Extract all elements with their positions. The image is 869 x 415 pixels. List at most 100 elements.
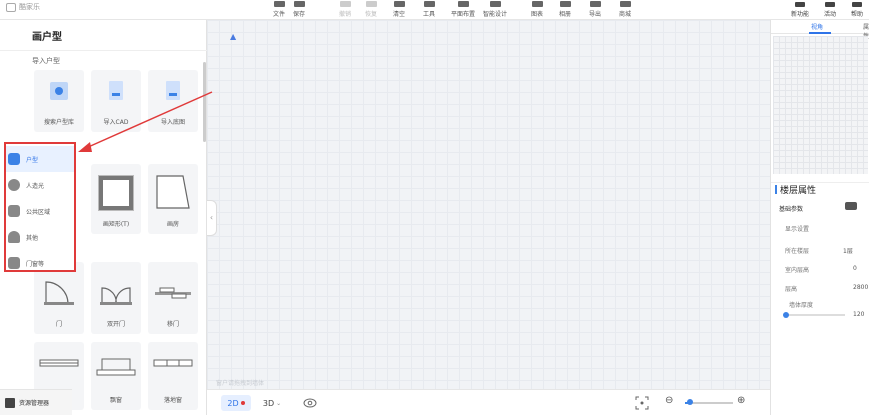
card-label: 双开门 xyxy=(106,321,125,328)
asset-manager-button[interactable]: 资源管理器 xyxy=(0,389,72,415)
toolbar-label: 平面布置 xyxy=(450,11,475,18)
zoom-in-button[interactable]: ⊕ xyxy=(737,395,751,409)
toolbar-item[interactable]: 导出 xyxy=(580,0,610,20)
3d-preview[interactable] xyxy=(773,36,868,174)
toolbar-label: 导出 xyxy=(588,11,601,18)
topright-icon xyxy=(795,2,805,7)
toolbar-icon xyxy=(457,1,469,7)
panel-scrollbar[interactable] xyxy=(203,62,206,142)
wall-thickness-input[interactable]: 120 xyxy=(853,311,864,318)
zoom-slider[interactable] xyxy=(685,399,733,405)
toolbar-item[interactable]: 智能设计 xyxy=(480,0,510,20)
import-cad-card[interactable]: 导入CAD xyxy=(91,70,141,132)
category-doors-windows[interactable]: 门窗等 xyxy=(6,250,74,276)
category-label: 公共区域 xyxy=(26,208,51,216)
toolbar-item[interactable]: 工具 xyxy=(414,0,444,20)
collapse-panel-handle[interactable]: ‹ xyxy=(207,200,217,236)
toolbar-icon xyxy=(339,1,351,7)
category-other[interactable]: 其他 xyxy=(6,224,74,250)
display-settings-icon[interactable] xyxy=(845,202,857,210)
topright-icon xyxy=(852,2,862,7)
view-3d-button[interactable]: 3D ⌄ xyxy=(259,395,285,411)
toolbar-item[interactable]: 平面布置 xyxy=(448,0,478,20)
toolbar-label: 智能设计 xyxy=(482,11,507,18)
app-logo[interactable]: 酷家乐 xyxy=(6,2,40,12)
prop-label: 显示设置 xyxy=(785,226,810,233)
active-dot-icon xyxy=(240,401,245,405)
toolbar-item[interactable]: 商城 xyxy=(610,0,640,20)
toolbar-item[interactable]: 恢复 xyxy=(356,0,386,20)
floor-window-card[interactable]: 落地窗 xyxy=(148,342,198,410)
category-label: 其他 xyxy=(26,234,39,242)
import-section-label: 导入户型 xyxy=(32,57,60,65)
double-door-card[interactable]: 双开门 xyxy=(91,262,141,334)
logo-text: 酷家乐 xyxy=(19,3,40,11)
divider xyxy=(0,50,207,51)
lightbulb-icon xyxy=(8,179,20,191)
section-bar xyxy=(775,185,777,194)
indoor-height-input[interactable]: 0 xyxy=(853,265,857,272)
card-label: 移门 xyxy=(166,321,179,328)
right-panel: 视角 属性 楼层属性 基础参数 显示设置 所在楼层 1层 室内层高 0 层高 2… xyxy=(770,20,869,415)
view-2d-button[interactable]: 2D xyxy=(221,395,251,411)
person-icon xyxy=(8,231,20,243)
search-floorplan-card[interactable]: 搜索户型库 xyxy=(34,70,84,132)
door-window-icon xyxy=(8,257,20,269)
double-door-icon xyxy=(100,287,132,305)
cad-file-icon xyxy=(109,81,123,100)
slider-knob[interactable] xyxy=(783,312,789,318)
toolbar-item[interactable]: 清空 xyxy=(384,0,414,20)
design-canvas[interactable] xyxy=(207,20,770,389)
sliding-door-icon xyxy=(155,287,191,299)
category-label: 人造光 xyxy=(26,182,45,190)
toolbar-icon xyxy=(589,1,601,7)
toolbar-label: 图表 xyxy=(530,11,543,18)
right-tabs: 视角 属性 xyxy=(771,20,869,40)
import-image-card[interactable]: 导入底图 xyxy=(148,70,198,132)
toolbar-icon xyxy=(393,1,405,7)
card-label: 飘窗 xyxy=(109,397,122,404)
window-icon xyxy=(39,359,79,367)
card-label: 搜索户型库 xyxy=(43,119,74,126)
sliding-door-card[interactable]: 移门 xyxy=(148,262,198,334)
north-arrow-icon: ▲ xyxy=(230,32,237,41)
draw-room-card[interactable]: 画房 xyxy=(148,164,198,234)
bottom-toolbar: 2D 3D ⌄ ⊖ ⊕ xyxy=(207,389,770,415)
topright-item[interactable]: 活动 xyxy=(818,0,842,20)
toolbar-icon xyxy=(619,1,631,7)
bay-window-card[interactable]: 飘窗 xyxy=(91,342,141,410)
floor-select[interactable]: 1层 xyxy=(843,246,853,255)
canvas-hint: 窗户请拖拽到墙体 xyxy=(216,380,265,387)
card-label: 画矩形(T) xyxy=(102,221,130,228)
card-label: 导入CAD xyxy=(103,119,129,126)
wall-thickness-slider[interactable] xyxy=(783,312,845,318)
category-label: 门窗等 xyxy=(26,260,45,268)
floor-height-input[interactable]: 2800 xyxy=(853,284,868,291)
toolbar-label: 保存 xyxy=(292,11,305,18)
topright-item[interactable]: 新功能 xyxy=(788,0,812,20)
tab-view[interactable]: 视角 xyxy=(811,22,823,31)
toolbar-item[interactable]: 相册 xyxy=(550,0,580,20)
toolbar-icon xyxy=(365,1,377,7)
floorplan-icon xyxy=(8,153,20,165)
category-label: 户型 xyxy=(26,156,39,164)
toolbar-icon xyxy=(489,1,501,7)
toolbar-icon xyxy=(531,1,543,7)
category-public[interactable]: 公共区域 xyxy=(6,198,74,224)
card-label: 落地窗 xyxy=(163,397,182,404)
category-lighting[interactable]: 人造光 xyxy=(6,172,74,198)
props-title: 楼层属性 xyxy=(780,186,817,196)
topright-item[interactable]: 帮助 xyxy=(845,0,869,20)
toolbar-label: 商城 xyxy=(618,11,631,18)
polygon-room-icon xyxy=(156,175,190,209)
zoom-slider-knob[interactable] xyxy=(686,399,693,405)
zoom-out-button[interactable]: ⊖ xyxy=(665,395,679,409)
category-floorplan[interactable]: 户型 xyxy=(6,146,74,172)
fit-view-icon[interactable] xyxy=(635,396,649,410)
toolbar-item[interactable]: 图表 xyxy=(522,0,552,20)
toolbar-item[interactable]: 保存 xyxy=(284,0,314,20)
toolbar-label: 恢复 xyxy=(364,11,377,18)
draw-rect-room-card[interactable]: 画矩形(T) xyxy=(91,164,141,234)
image-file-icon xyxy=(166,81,180,100)
eye-icon[interactable] xyxy=(303,396,317,410)
